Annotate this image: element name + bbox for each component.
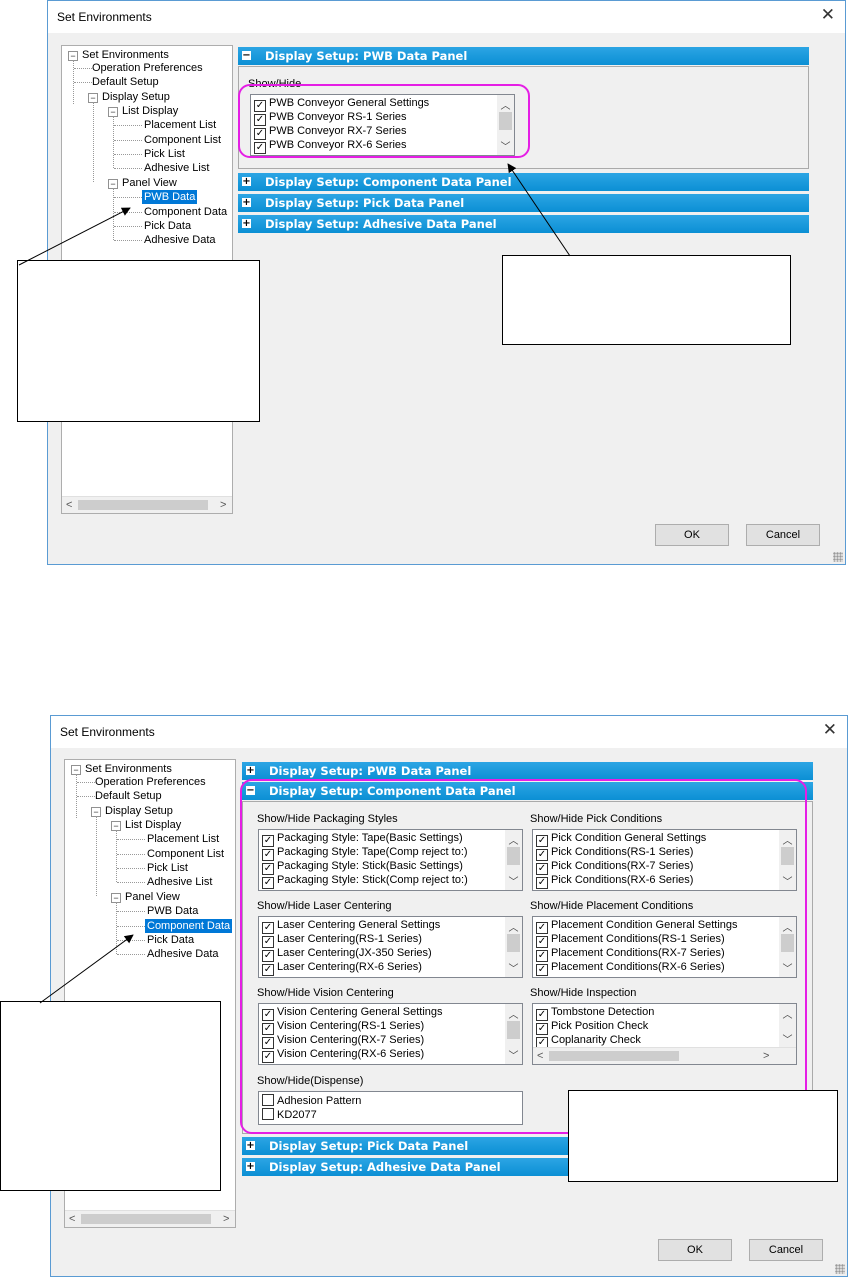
arrow-line [507,163,571,257]
annotation-arrows [18,163,571,1004]
arrow-line [18,207,131,266]
arrow-line [39,934,134,1004]
